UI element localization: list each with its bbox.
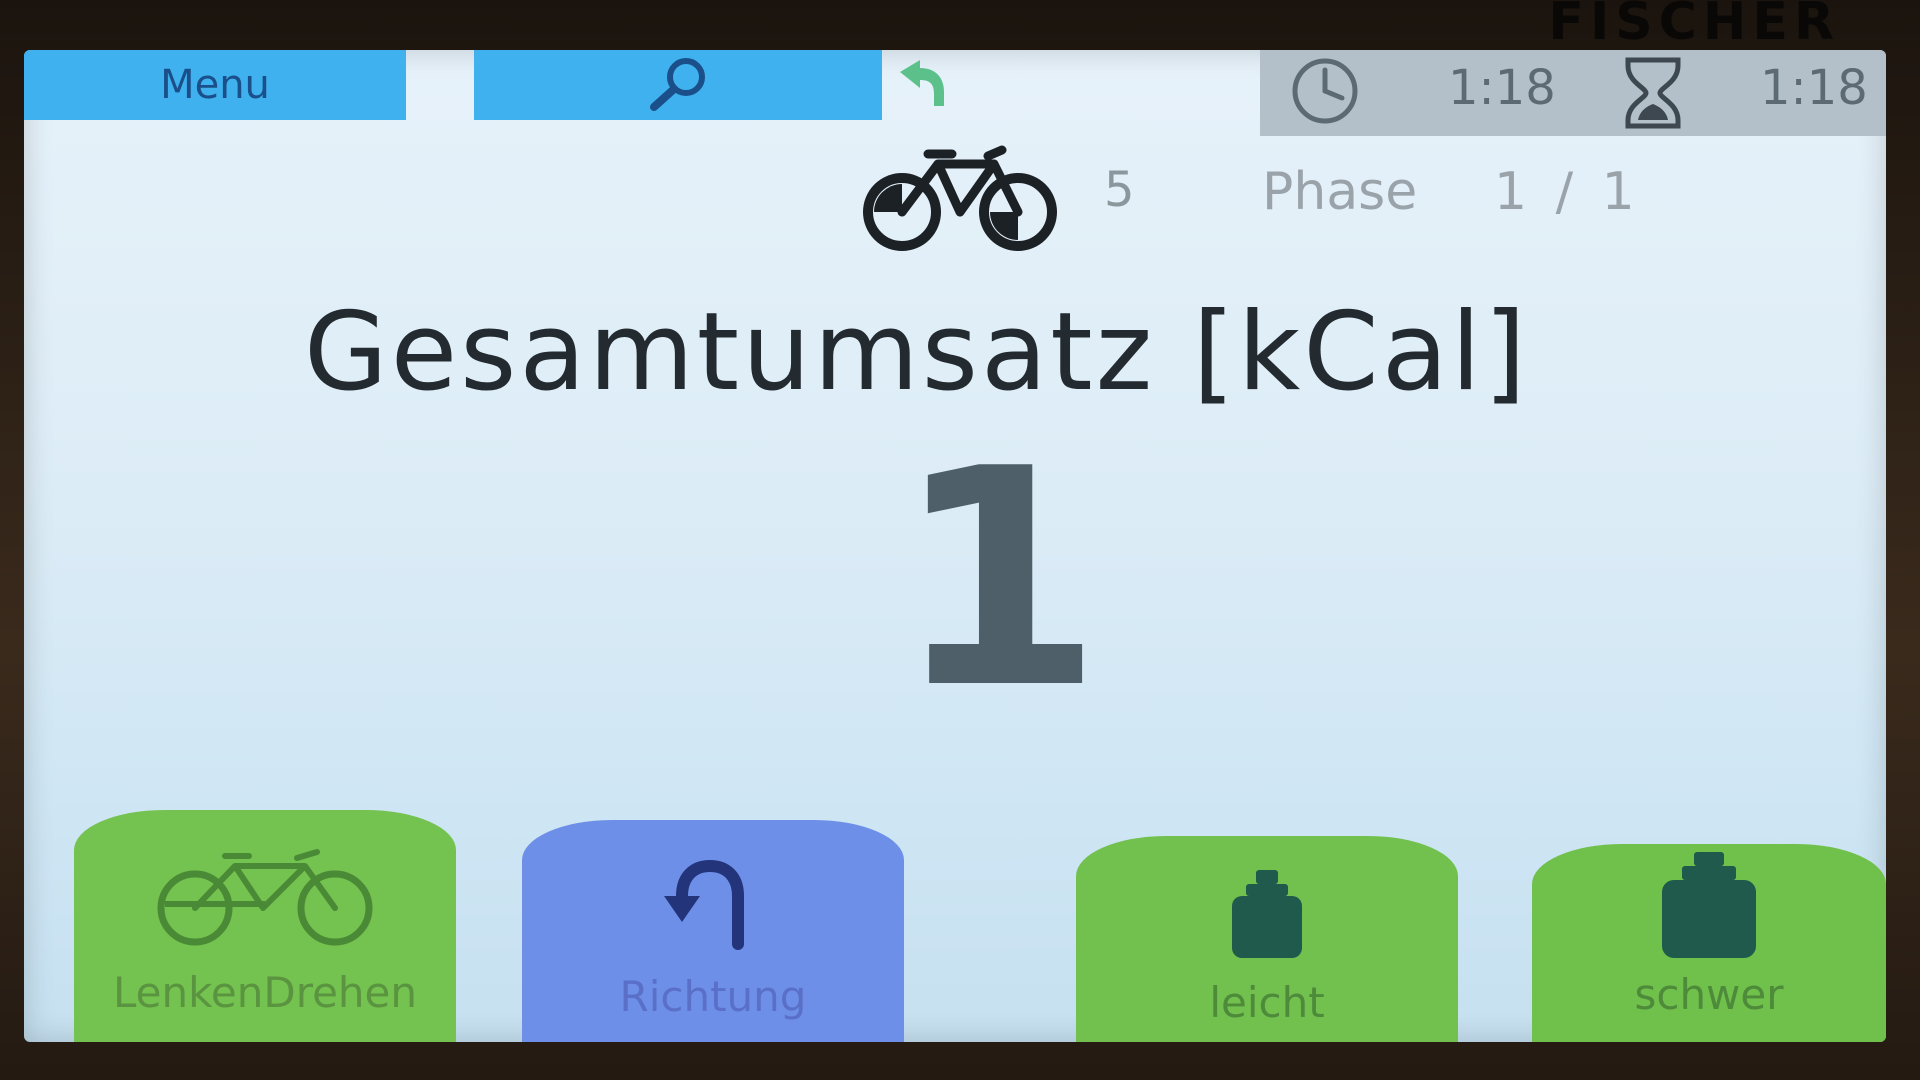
- search-icon: [650, 58, 705, 111]
- clock-icon: [1292, 58, 1358, 124]
- heavy-weight-icon: [1662, 852, 1756, 958]
- phase-value: 1 / 1: [1494, 162, 1641, 222]
- phase-label: Phase: [1262, 162, 1418, 222]
- u-turn-icon: [664, 859, 744, 950]
- leicht-button[interactable]: leicht: [1076, 836, 1458, 1042]
- bike-icon: [157, 849, 373, 946]
- bike-icon: [863, 145, 1057, 251]
- page-title: Gesamtumsatz [kCal]: [304, 290, 1530, 415]
- lenken-drehen-button[interactable]: LenkenDrehen: [74, 810, 456, 1042]
- calorie-value: 1: [894, 405, 1103, 754]
- menu-button-label: Menu: [160, 62, 270, 108]
- richtung-label: Richtung: [619, 972, 807, 1021]
- richtung-button[interactable]: Richtung: [522, 820, 904, 1042]
- hourglass-icon: [1625, 57, 1681, 129]
- elapsed-time: 1:18: [1448, 60, 1556, 116]
- search-button[interactable]: [474, 50, 882, 120]
- touch-screen: Menu 1:18 1:18 5 Phase 1 / 1 Gesamtumsat…: [24, 50, 1886, 1042]
- weight-icon: [1232, 870, 1302, 958]
- schwer-label: schwer: [1634, 970, 1784, 1019]
- remaining-time: 1:18: [1760, 60, 1868, 116]
- time-panel: 1:18 1:18: [1260, 50, 1886, 136]
- back-arrow-icon[interactable]: [886, 56, 956, 116]
- menu-button[interactable]: Menu: [24, 50, 406, 120]
- brand-logo: FISCHER: [1548, 0, 1840, 52]
- leicht-label: leicht: [1209, 978, 1325, 1027]
- lenken-drehen-label: LenkenDrehen: [112, 968, 417, 1017]
- bike-count: 5: [1104, 162, 1135, 218]
- schwer-button[interactable]: schwer: [1532, 844, 1886, 1042]
